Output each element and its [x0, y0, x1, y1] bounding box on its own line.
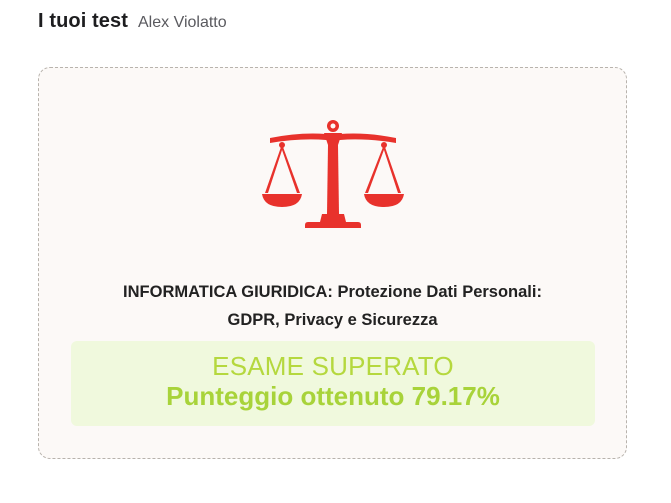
test-results-page: I tuoi test Alex Violatto INFORMATICA GI…: [0, 0, 671, 503]
test-name-line1: INFORMATICA GIURIDICA: Protezione Dati P…: [123, 283, 542, 301]
result-banner: ESAME SUPERATO Punteggio ottenuto 79.17%: [71, 341, 595, 426]
test-name: INFORMATICA GIURIDICA: Protezione Dati P…: [60, 278, 605, 334]
page-title: I tuoi test: [38, 10, 128, 32]
user-name: Alex Violatto: [138, 14, 227, 31]
test-name-line2: GDPR, Privacy e Sicurezza: [227, 311, 438, 329]
result-status: ESAME SUPERATO: [212, 351, 454, 381]
page-header: I tuoi test Alex Violatto: [38, 10, 227, 33]
justice-scales-icon: [262, 120, 404, 228]
result-score: Punteggio ottenuto 79.17%: [166, 381, 500, 411]
